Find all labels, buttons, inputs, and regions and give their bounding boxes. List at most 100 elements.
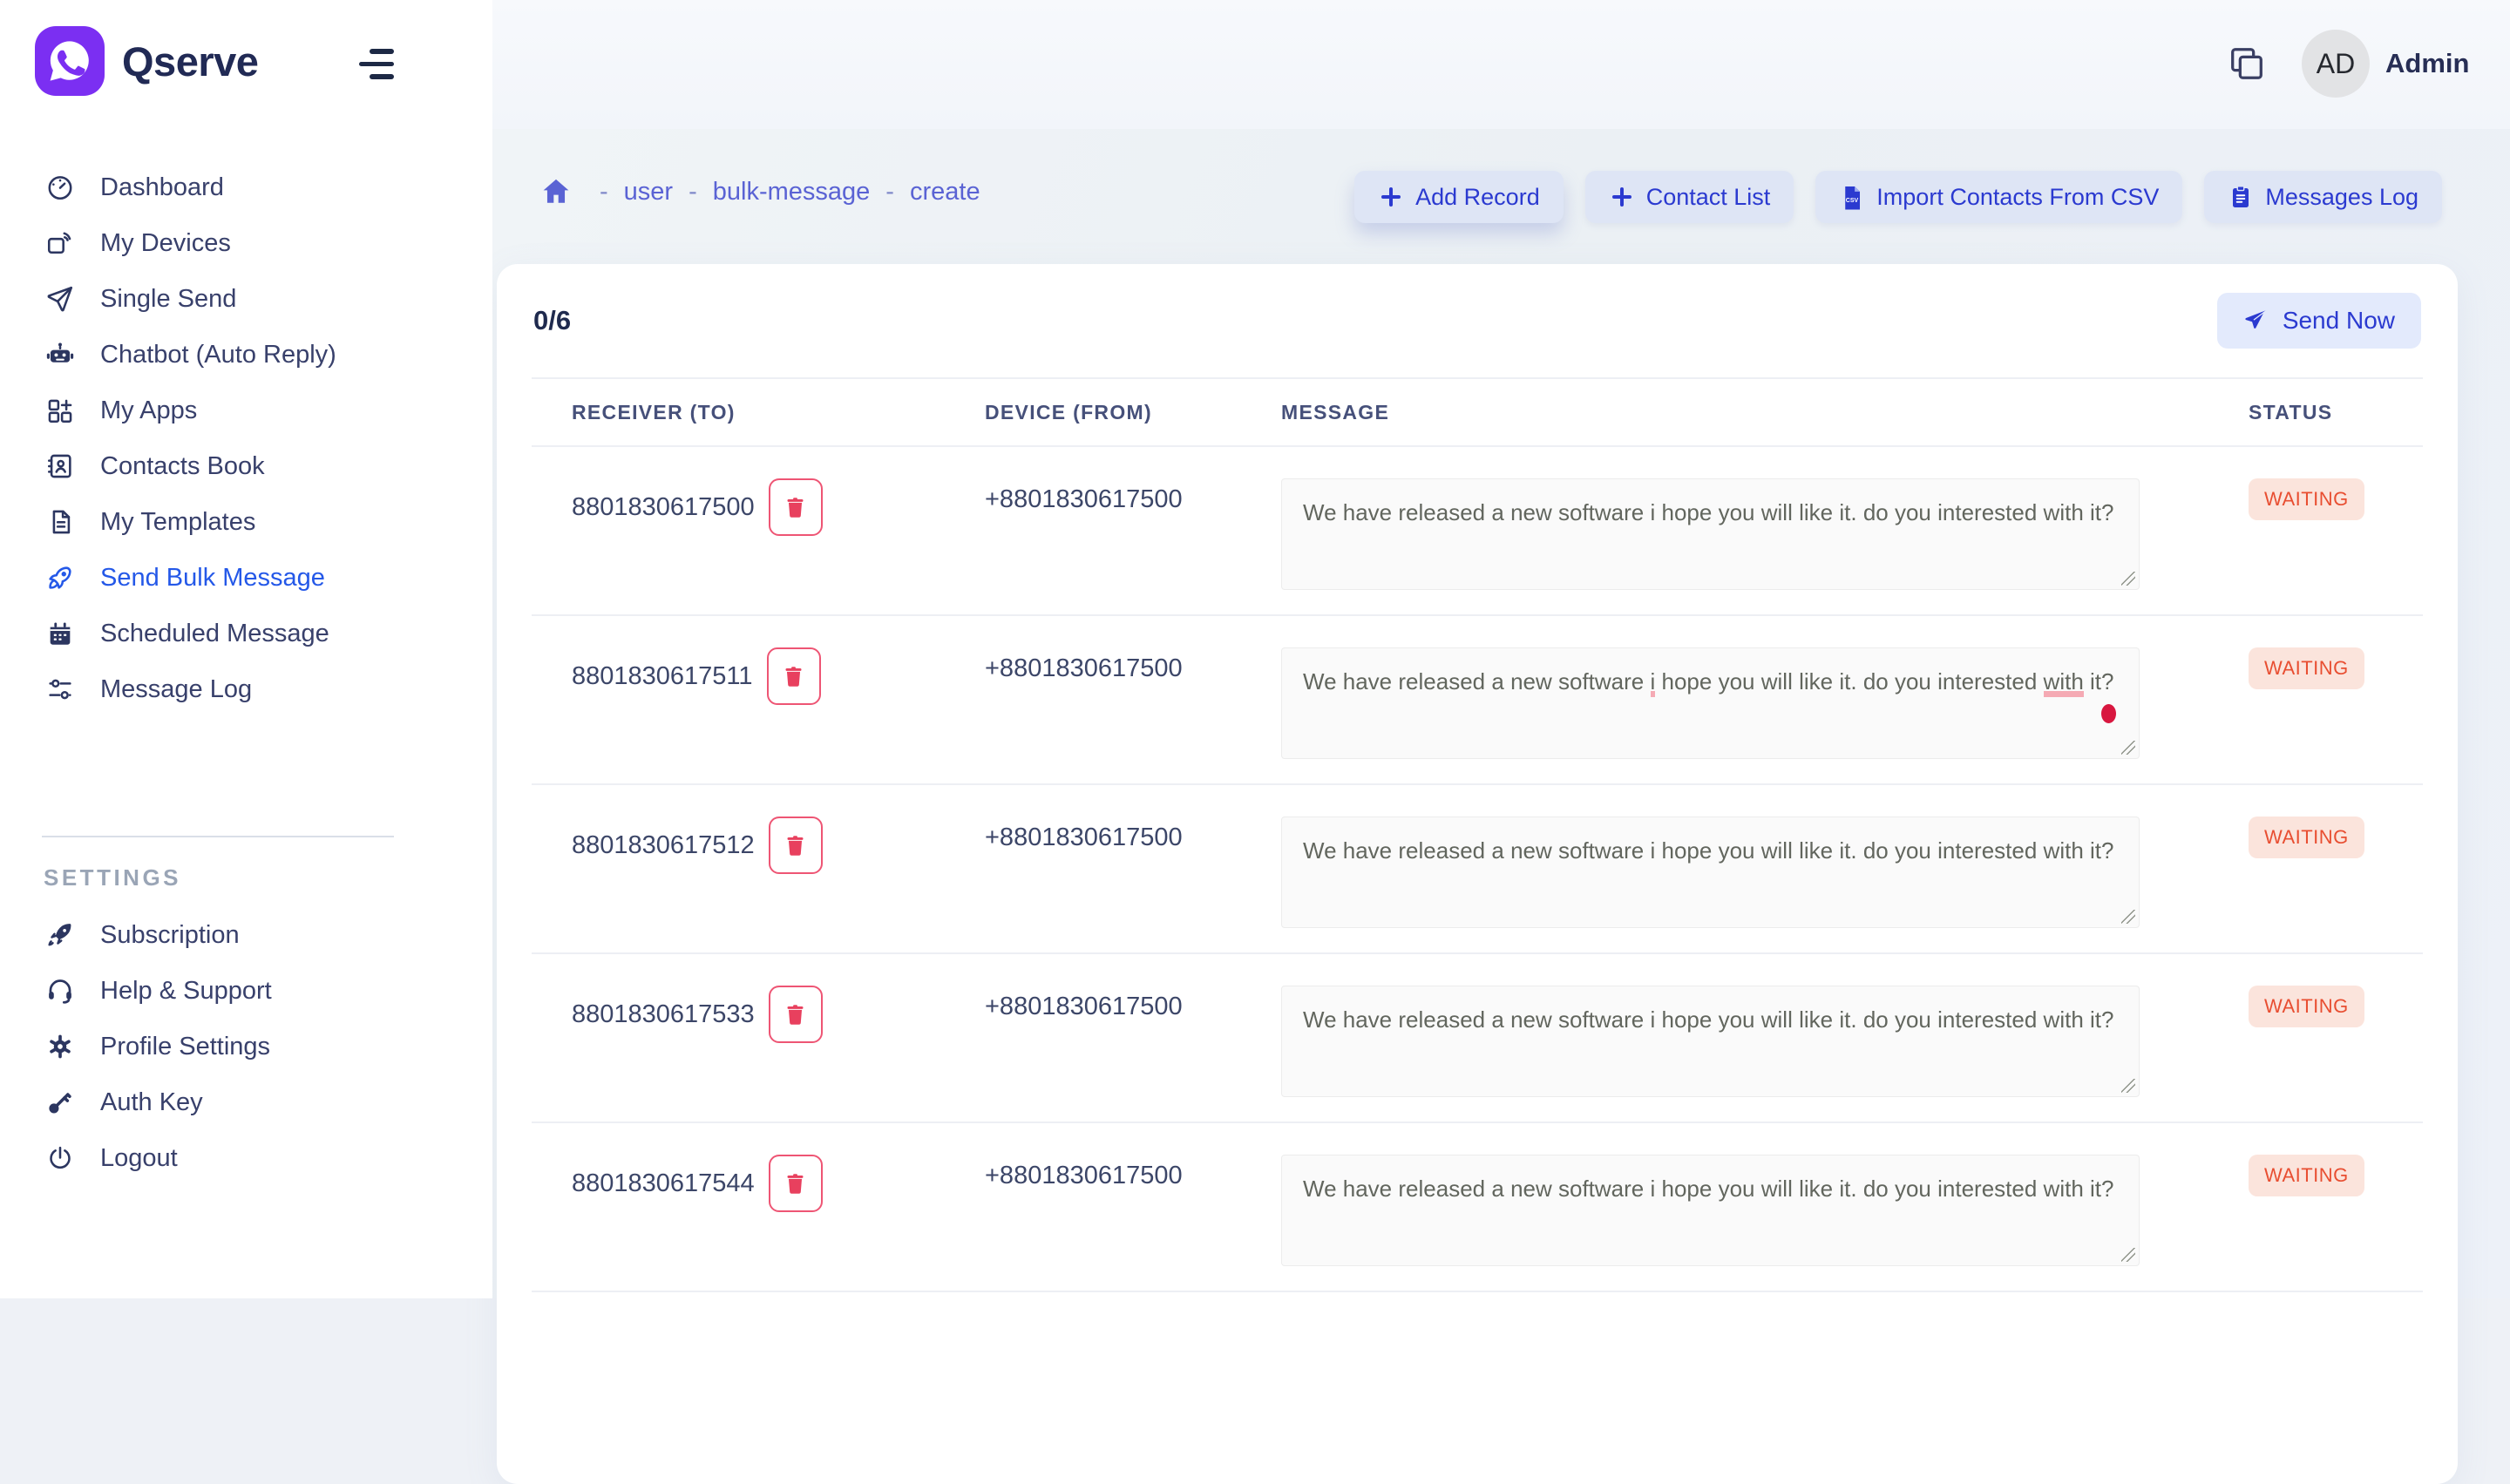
svg-text:CSV: CSV [1846,198,1859,204]
column-header-receiver: RECEIVER (TO) [532,378,941,446]
sidebar-item-auth-key[interactable]: Auth Key [0,1074,492,1130]
sidebar-item-label: Single Send [100,285,236,314]
breadcrumb-separator: - [885,178,894,207]
breadcrumb-create[interactable]: create [910,178,980,207]
message-textarea[interactable]: We have released a new software i hope y… [1281,817,2140,928]
sidebar-item-single-send[interactable]: Single Send [0,271,492,327]
receiver-number: 8801830617544 [572,1169,755,1198]
action-button-label: Messages Log [2265,184,2418,211]
table-row: 8801830617544+8801830617500We have relea… [532,1122,2423,1291]
message-textarea[interactable]: We have released a new software i hope y… [1281,986,2140,1097]
device-number: +8801830617500 [985,993,1183,1020]
sidebar-item-profile-settings[interactable]: Profile Settings [0,1019,492,1074]
delete-record-button[interactable] [769,478,823,536]
settings-section-label: SETTINGS [44,864,181,891]
resize-handle[interactable] [2121,741,2135,755]
sidebar-item-dashboard[interactable]: Dashboard [0,159,492,215]
topbar: AD Admin [492,0,2510,129]
avatar[interactable]: AD [2302,30,2370,98]
brand[interactable]: Qserve [35,26,258,96]
resize-handle[interactable] [2121,1248,2135,1262]
sidebar-divider [42,836,394,837]
headset-icon [44,974,77,1007]
receiver-number: 8801830617512 [572,831,755,860]
user-name[interactable]: Admin [2385,48,2469,79]
status-badge: WAITING [2249,1155,2364,1196]
resize-handle[interactable] [2121,572,2135,586]
trash-icon [784,834,807,857]
whatsapp-logo-icon [35,26,105,96]
message-log-icon [44,673,77,706]
breadcrumb: - user - bulk-message - create [540,176,980,207]
message-textarea[interactable]: We have released a new software i hope y… [1281,1155,2140,1266]
sent-counter: 0/6 [533,305,571,336]
sidebar-item-subscription[interactable]: Subscription [0,907,492,963]
resize-handle[interactable] [2121,910,2135,924]
sidebar-toggle-menu-icon[interactable] [359,49,394,79]
trash-icon [784,496,807,519]
page-actions: Add Record Contact List CSV Import Contacts… [1354,171,2442,223]
home-icon[interactable] [540,176,572,207]
sidebar: Qserve Dashboard My Devices Single Send Cha… [0,0,492,1298]
sidebar-item-label: My Apps [100,396,197,425]
message-textarea[interactable]: We have released a new software i hope y… [1281,647,2140,759]
breadcrumb-bulk-message[interactable]: bulk-message [713,178,871,207]
table-row: 8801830617511+8801830617500We have relea… [532,615,2423,784]
copy-icon[interactable] [2227,44,2267,84]
sidebar-item-send-bulk-message[interactable]: Send Bulk Message [0,550,492,606]
sidebar-item-label: My Templates [100,508,255,537]
trash-icon [782,665,805,688]
add-record-button[interactable]: Add Record [1354,171,1564,223]
breadcrumb-user[interactable]: user [624,178,673,207]
sidebar-item-my-devices[interactable]: My Devices [0,215,492,271]
spellcheck-underlined-word: with [2044,668,2084,697]
sidebar-item-my-apps[interactable]: My Apps [0,383,492,438]
message-textarea[interactable]: We have released a new software i hope y… [1281,478,2140,590]
key-icon [44,1086,77,1119]
sidebar-item-label: Message Log [100,675,252,704]
device-number: +8801830617500 [985,654,1183,682]
status-badge: WAITING [2249,478,2364,520]
messages-log-button[interactable]: Messages Log [2204,171,2442,223]
delete-record-button[interactable] [769,817,823,874]
records-table: RECEIVER (TO) DEVICE (FROM) MESSAGE STAT… [532,377,2423,1292]
sidebar-item-label: Help & Support [100,977,272,1006]
brand-name: Qserve [122,37,258,85]
rocket-filled-icon [44,918,77,952]
delete-record-button[interactable] [769,1155,823,1212]
column-header-status: STATUS [2196,378,2423,446]
resize-handle[interactable] [2121,1079,2135,1093]
chatbot-icon [44,338,77,371]
rocket-icon [44,561,77,594]
sidebar-item-help-support[interactable]: Help & Support [0,963,492,1019]
calendar-icon [44,617,77,650]
delete-record-button[interactable] [769,986,823,1043]
action-button-label: Import Contacts From CSV [1876,184,2159,211]
delete-record-button[interactable] [767,647,821,705]
import-contacts-from-csv-button[interactable]: CSV Import Contacts From CSV [1815,171,2182,223]
plus-icon [1378,184,1404,210]
contact-list-button[interactable]: Contact List [1585,171,1794,223]
send-now-button[interactable]: Send Now [2217,293,2421,349]
sidebar-item-label: Contacts Book [100,452,265,481]
sidebar-item-chatbot-auto-reply[interactable]: Chatbot (Auto Reply) [0,327,492,383]
sidebar-item-label: Profile Settings [100,1033,270,1061]
bulk-message-card: 0/6 Send Now RECEIVER (TO) DEVICE (FROM)… [497,264,2458,1484]
column-header-message: MESSAGE [1246,378,2196,446]
trash-icon [784,1003,807,1027]
receiver-number: 8801830617500 [572,493,755,522]
sidebar-item-message-log[interactable]: Message Log [0,661,492,717]
apps-icon [44,394,77,427]
sidebar-item-logout[interactable]: Logout [0,1130,492,1186]
breadcrumb-separator: - [689,178,697,207]
sidebar-nav-settings: Subscription Help & Support Profile Settin… [0,907,492,1186]
sidebar-item-label: My Devices [100,229,231,258]
receiver-number: 8801830617533 [572,1000,755,1029]
sidebar-item-label: Logout [100,1144,178,1173]
clipboard-icon [2228,184,2254,210]
sidebar-item-my-templates[interactable]: My Templates [0,494,492,550]
sidebar-item-contacts-book[interactable]: Contacts Book [0,438,492,494]
sidebar-item-scheduled-message[interactable]: Scheduled Message [0,606,492,661]
sidebar-item-label: Send Bulk Message [100,564,325,593]
grammar-indicator-dot[interactable] [2101,704,2116,723]
